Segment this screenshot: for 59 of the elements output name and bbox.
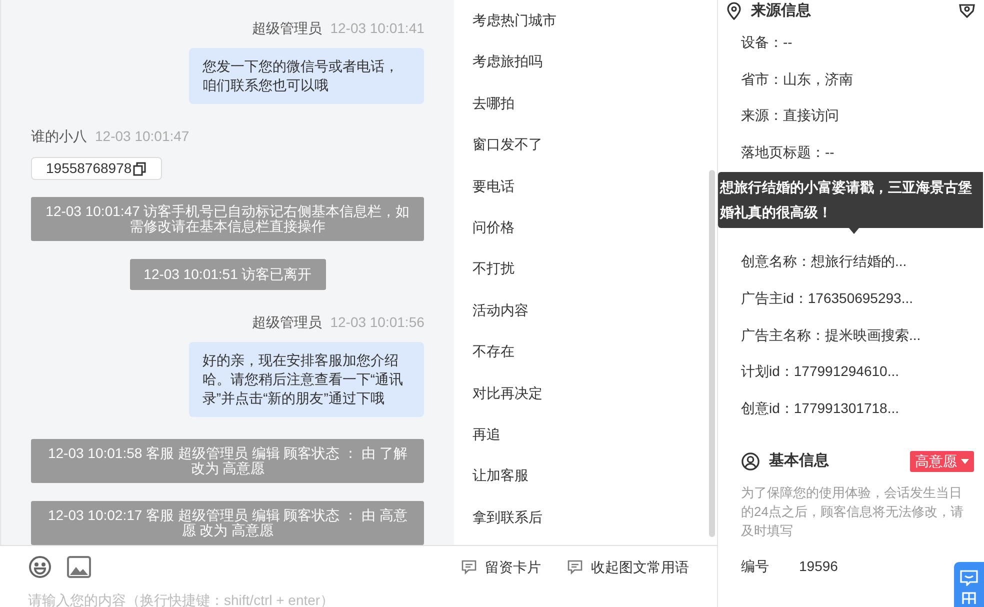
- info-row-text: 设备：--: [741, 33, 792, 52]
- image-icon[interactable]: [67, 556, 91, 578]
- location-pin-icon: [726, 2, 742, 20]
- copy-icon[interactable]: [132, 162, 147, 176]
- phrase-item[interactable]: 不存在: [472, 331, 514, 373]
- info-row-text: 落地页标题：--: [741, 142, 834, 162]
- sender-name: 超级管理员: [252, 313, 322, 332]
- phrase-item[interactable]: 让加客服: [472, 455, 528, 497]
- phrase-item[interactable]: 考虑旅拍吗: [472, 41, 542, 83]
- field-value: 19596: [799, 556, 838, 576]
- phrase-item[interactable]: 不打扰: [472, 248, 514, 290]
- card-button[interactable]: 留资卡片: [461, 556, 541, 578]
- phrase-item[interactable]: 去哪拍: [472, 82, 514, 124]
- phrase-item[interactable]: 窗口发不了: [472, 124, 542, 166]
- phrase-item[interactable]: 问价格: [472, 206, 514, 248]
- info-row-text: 创意名称：想旅行结婚的...: [741, 252, 907, 272]
- shield-icon[interactable]: [958, 4, 976, 18]
- scrollbar[interactable]: [709, 170, 715, 537]
- message-icon: [567, 559, 583, 575]
- tooltip: 想旅行结婚的小富婆请戳，三亚海景古堡婚礼真的很高级！: [718, 172, 983, 228]
- system-notice: 12-03 10:01:47 访客手机号已自动标记右侧基本信息栏，如需修改请在基本信息栏直接操作: [31, 197, 424, 241]
- phrase-item[interactable]: 拿到联系后: [472, 496, 542, 538]
- phrase-item[interactable]: 对比再决定: [472, 372, 542, 414]
- system-notice: 12-03 10:01:58 客服 超级管理员 编辑 顾客状态 ： 由 了解改为 高意愿: [31, 439, 424, 483]
- caret-icon: [961, 459, 969, 464]
- message-bubble: 19558768978: [31, 157, 162, 180]
- message-time: 12-03 10:01:47: [95, 127, 190, 146]
- floating-chat-button[interactable]: [954, 562, 984, 607]
- sender-name: 超级管理员: [252, 19, 322, 38]
- system-notice: 12-03 10:02:17 客服 超级管理员 编辑 顾客状态 ： 由 高意愿 改为 高意愿: [31, 501, 424, 545]
- info-row-text: 计划id：177991294610...: [741, 362, 899, 382]
- message-icon: [461, 559, 477, 575]
- user-icon: [741, 452, 760, 472]
- message-bubble: 好的亲，现在安排客服加您介绍哈。请您稍后注意查看一下“通讯录”并点击“新的朋友”通过下哦: [189, 342, 424, 417]
- phrase-item[interactable]: 考虑热门城市: [472, 0, 556, 42]
- notice-text: 为了保障您的使用体验，会话发生当日的24点之后，顾客信息将无法修改，请及时填写: [740, 484, 964, 540]
- chat-icon: [960, 570, 978, 586]
- info-row-text: 广告主名称：提米映画搜索...: [741, 326, 921, 345]
- section-title: 基本信息: [769, 451, 829, 472]
- section-title: 来源信息: [751, 0, 811, 21]
- phrase-item[interactable]: 再追: [472, 414, 500, 456]
- phrase-item[interactable]: 要电话: [472, 166, 514, 207]
- message-time: 12-03 10:01:41: [330, 19, 424, 38]
- system-notice: 12-03 10:01:51 访客已离开: [130, 259, 326, 290]
- phrase-item[interactable]: 活动内容: [472, 290, 528, 332]
- field-label: 编号: [741, 556, 770, 576]
- sender-name: 谁的小八: [31, 127, 87, 146]
- info-row-text: 广告主id：176350695293...: [741, 288, 913, 308]
- message-time: 12-03 10:01:56: [330, 313, 424, 332]
- message-bubble: 您发一下您的微信号或者电话，咱们联系您也可以哦: [189, 48, 424, 104]
- status-dropdown[interactable]: 高意愿: [910, 451, 974, 472]
- collapse-phrases-button[interactable]: 收起图文常用语: [567, 556, 689, 578]
- tooltip-arrow-icon: [849, 228, 859, 234]
- emoji-icon[interactable]: [28, 555, 52, 579]
- grid-icon: [962, 592, 976, 604]
- message-input[interactable]: 请输入您的内容（换行快捷键：shift/ctrl + enter）: [28, 590, 689, 607]
- info-row-text: 省市：山东，济南: [741, 70, 853, 89]
- info-row-text: 创意id：177991301718...: [741, 398, 899, 418]
- info-row-text: 来源：直接访问: [741, 106, 839, 126]
